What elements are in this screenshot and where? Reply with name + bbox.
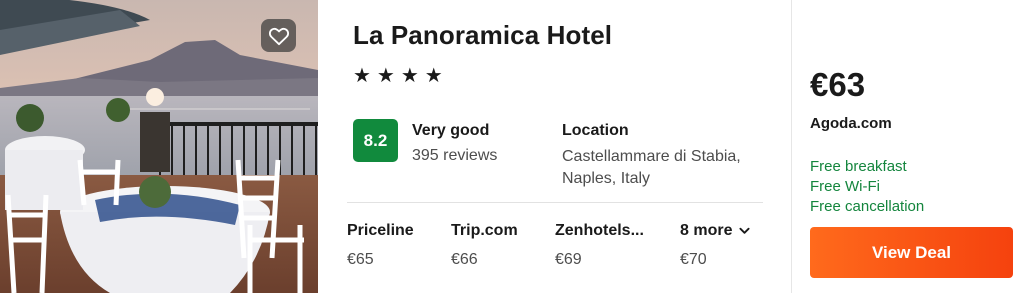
deal-price: €63 [810, 66, 866, 103]
location-line-1: Castellammare di Stabia, [562, 148, 741, 165]
heart-outline-icon [268, 27, 289, 45]
provider-name: Zenhotels... [555, 222, 644, 239]
hotel-name[interactable]: La Panoramica Hotel [353, 20, 612, 51]
provider-trip-com[interactable]: Trip.com €66 [451, 222, 518, 269]
perk-free-wifi: Free Wi-Fi [810, 178, 880, 195]
hotel-result-card[interactable]: La Panoramica Hotel ★★★★ 8.2 Very good 3… [0, 0, 1024, 293]
location-line-2: Naples, Italy [562, 170, 651, 187]
deal-vendor: Agoda.com [810, 115, 892, 132]
view-deal-button[interactable]: View Deal [810, 227, 1013, 278]
star-rating: ★★★★ [353, 63, 449, 87]
provider-name: Priceline [347, 222, 414, 239]
deal-perks: Free breakfast Free Wi-Fi Free cancellat… [810, 157, 924, 217]
provider-priceline[interactable]: Priceline €65 [347, 222, 414, 269]
chevron-down-icon [739, 227, 751, 234]
more-providers-text: 8 more [680, 222, 733, 239]
rating-label: Very good [412, 122, 490, 139]
favorite-button[interactable] [261, 19, 296, 52]
perk-free-breakfast: Free breakfast [810, 158, 907, 175]
provider-price: €65 [347, 251, 374, 268]
hotel-info: La Panoramica Hotel ★★★★ 8.2 Very good 3… [318, 0, 791, 293]
more-providers-price: €70 [680, 251, 707, 268]
score-badge: 8.2 [353, 119, 398, 162]
provider-price: €69 [555, 251, 582, 268]
hotel-photo[interactable] [0, 0, 318, 293]
divider [347, 202, 763, 203]
review-count[interactable]: 395 reviews [412, 147, 497, 165]
best-deal-panel: €63 Agoda.com Free breakfast Free Wi-Fi … [791, 0, 1024, 293]
more-providers-button[interactable]: 8 more €70 [680, 222, 751, 269]
more-providers-label: 8 more [680, 222, 751, 240]
location-label: Location [562, 122, 629, 139]
provider-price: €66 [451, 251, 478, 268]
provider-name: Trip.com [451, 222, 518, 239]
perk-free-cancellation: Free cancellation [810, 198, 925, 215]
provider-zenhotels[interactable]: Zenhotels... €69 [555, 222, 644, 269]
